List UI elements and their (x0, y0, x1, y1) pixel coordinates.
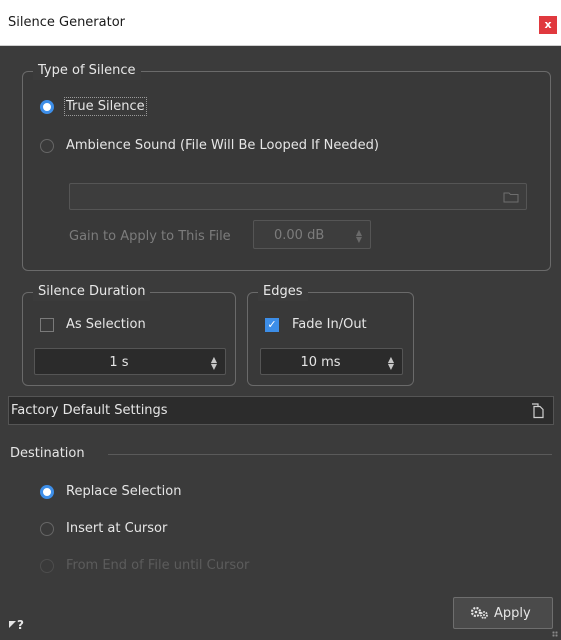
gears-icon (470, 606, 488, 619)
presets-menu-icon[interactable] (531, 403, 545, 419)
as-selection-checkbox[interactable] (40, 318, 54, 332)
as-selection-label[interactable]: As Selection (66, 317, 146, 332)
gain-stepper[interactable]: 0.00 dB ▲ ▼ (253, 220, 371, 249)
gain-label: Gain to Apply to This File (69, 229, 231, 244)
duration-value: 1 s (109, 355, 129, 370)
ambience-sound-radio[interactable] (40, 139, 54, 153)
true-silence-radio[interactable] (40, 100, 54, 114)
destination-label: Destination (10, 446, 85, 461)
replace-selection-radio[interactable] (40, 485, 54, 499)
arrow-icon (9, 621, 16, 628)
title-bar: Silence Generator x (0, 0, 561, 46)
fade-in-out-checkbox[interactable]: ✓ (265, 318, 279, 332)
insert-at-cursor-label[interactable]: Insert at Cursor (66, 521, 167, 536)
from-end-of-file-label: From End of File until Cursor (66, 558, 250, 573)
ambience-file-field[interactable] (69, 183, 527, 210)
from-end-of-file-radio (40, 559, 54, 573)
ambience-sound-label[interactable]: Ambience Sound (File Will Be Looped If N… (66, 138, 379, 153)
presets-bar[interactable]: Factory Default Settings (8, 396, 554, 425)
destination-divider (108, 454, 552, 455)
fade-duration-stepper[interactable]: 10 ms ▲ ▼ (260, 348, 403, 375)
duration-stepper[interactable]: 1 s ▲ ▼ (34, 348, 226, 375)
folder-icon[interactable] (503, 191, 519, 203)
fade-duration-value: 10 ms (300, 355, 341, 370)
replace-selection-label[interactable]: Replace Selection (66, 484, 181, 499)
fade-in-out-label[interactable]: Fade In/Out (292, 317, 367, 332)
insert-at-cursor-radio[interactable] (40, 522, 54, 536)
fade-stepper-arrows-icon[interactable]: ▲ ▼ (388, 356, 394, 371)
apply-button[interactable]: Apply (453, 597, 553, 629)
gain-stepper-arrows-icon[interactable]: ▲ ▼ (356, 229, 362, 244)
duration-stepper-arrows-icon[interactable]: ▲ ▼ (211, 356, 217, 371)
resize-grip-icon[interactable] (552, 631, 558, 637)
gain-value: 0.00 dB (274, 228, 325, 243)
edges-legend: Edges (258, 283, 308, 301)
presets-label[interactable]: Factory Default Settings (11, 403, 168, 418)
type-of-silence-legend: Type of Silence (33, 62, 141, 80)
silence-duration-legend: Silence Duration (33, 283, 151, 301)
help-glyph: ? (17, 618, 24, 632)
close-button[interactable]: x (539, 16, 557, 34)
help-cursor-icon[interactable]: ? (9, 618, 24, 632)
true-silence-label[interactable]: True Silence (64, 97, 147, 116)
apply-label: Apply (494, 606, 531, 621)
window-title: Silence Generator (8, 15, 126, 30)
